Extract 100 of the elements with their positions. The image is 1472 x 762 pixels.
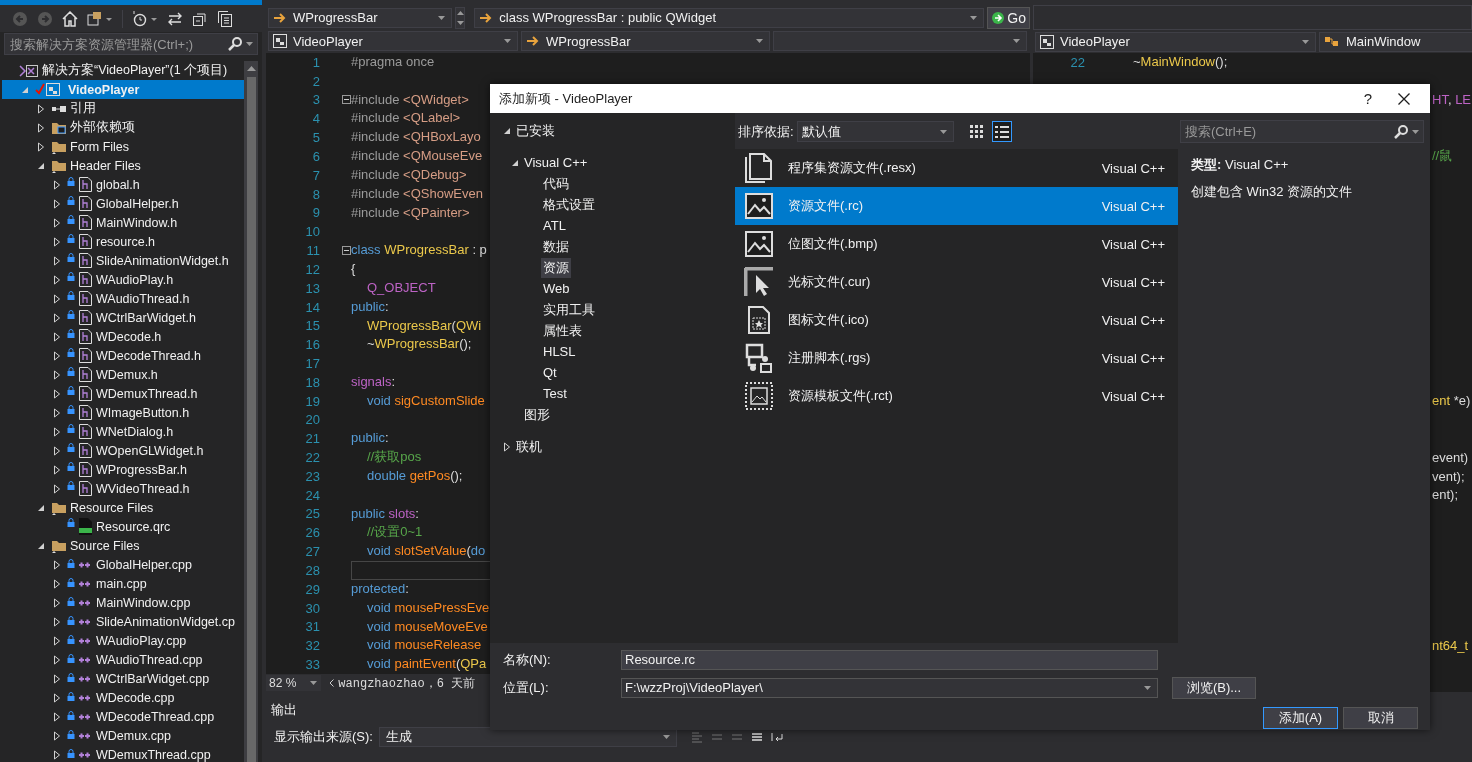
tree-item[interactable]: WVideoThread.h xyxy=(2,479,244,498)
expander-icon[interactable] xyxy=(53,407,61,418)
template-list[interactable]: 程序集资源文件(.resx) Visual C++ 资源文件(.rc) Visual C++ 位图文件(.bmp) Visual C++ 光标文件(.cur) Visual C++ 图标文件(.ico) Visual C++ 注册脚本(.rgs) Visual C++ 资源模板文件(.rct) Visual C++ xyxy=(735,149,1178,643)
scroll-up-icon[interactable] xyxy=(246,66,256,71)
expander-icon[interactable] xyxy=(53,749,61,760)
collapse-icon[interactable] xyxy=(342,246,351,256)
category-item[interactable]: 实用工具 xyxy=(541,299,597,320)
word-wrap-icon[interactable] xyxy=(770,731,783,743)
category-item[interactable]: Test xyxy=(541,385,569,402)
category-item[interactable]: Qt xyxy=(541,364,559,381)
category-item[interactable]: 已安装 xyxy=(514,120,557,141)
template-item[interactable]: 注册脚本(.rgs) Visual C++ xyxy=(735,339,1178,377)
member-dropdown[interactable]: class WProgressBar : public QWidget xyxy=(474,8,985,28)
tree-item[interactable]: WDecodeThread.cpp xyxy=(2,707,244,726)
tree-item[interactable]: 解决方案“VideoPlayer”(1 个项目) xyxy=(2,61,244,80)
tree-item[interactable]: GlobalHelper.cpp xyxy=(2,555,244,574)
expander-icon[interactable] xyxy=(53,654,61,665)
name-field[interactable]: Resource.rc xyxy=(621,649,1158,670)
expander-icon[interactable] xyxy=(53,369,61,380)
sync-view-icon[interactable] xyxy=(87,10,113,27)
swap-arrows-icon[interactable] xyxy=(167,10,183,27)
tree-item[interactable]: MainWindow.cpp xyxy=(2,593,244,612)
category-item[interactable]: ATL xyxy=(541,217,568,234)
project-dropdown[interactable]: VideoPlayer xyxy=(1035,31,1316,52)
go-button[interactable]: Go xyxy=(987,7,1030,29)
tree-item[interactable]: Resource Files xyxy=(2,498,244,517)
expander-icon[interactable] xyxy=(53,445,61,456)
tree-item[interactable]: WDecode.cpp xyxy=(2,688,244,707)
chevron-left-icon[interactable] xyxy=(329,679,335,687)
tree-item[interactable]: WDecodeThread.h xyxy=(2,346,244,365)
copy-icon[interactable] xyxy=(217,10,233,27)
expander-icon[interactable] xyxy=(53,274,61,285)
category-item[interactable]: 数据 xyxy=(541,236,571,257)
tree-item[interactable]: WDemuxThread.cpp xyxy=(2,745,244,762)
tree-item[interactable]: WDemuxThread.h xyxy=(2,384,244,403)
tree-item[interactable]: WDemux.h xyxy=(2,365,244,384)
clear-icon[interactable] xyxy=(750,731,763,743)
category-item[interactable]: 代码 xyxy=(541,173,571,194)
category-item[interactable]: Web xyxy=(541,280,572,297)
expander-icon[interactable] xyxy=(502,441,511,452)
tree-item[interactable]: resource.h xyxy=(2,232,244,251)
tree-item[interactable]: MainWindow.h xyxy=(2,213,244,232)
add-button[interactable]: 添加(A) xyxy=(1263,707,1338,729)
expander-icon[interactable] xyxy=(53,578,61,589)
tree-item[interactable]: main.cpp xyxy=(2,574,244,593)
help-button[interactable]: ? xyxy=(1348,90,1388,107)
expander-icon[interactable] xyxy=(53,179,61,190)
expander-icon[interactable] xyxy=(53,692,61,703)
expander-icon[interactable] xyxy=(53,426,61,437)
history-icon[interactable] xyxy=(132,10,158,27)
template-item[interactable]: 图标文件(.ico) Visual C++ xyxy=(735,301,1178,339)
expander-icon[interactable] xyxy=(53,730,61,741)
browse-button[interactable]: 浏览(B)... xyxy=(1172,676,1256,699)
tree-item[interactable]: GlobalHelper.h xyxy=(2,194,244,213)
tree-item[interactable]: 外部依赖项 xyxy=(2,118,244,137)
zoom-dropdown[interactable]: 82 % xyxy=(266,675,322,691)
blame-text[interactable]: wangzhaozhao，6 天前 xyxy=(338,674,476,692)
expander-icon[interactable] xyxy=(37,103,45,114)
tree-item[interactable]: Source Files xyxy=(2,536,244,555)
category-tree[interactable]: 已安装 Visual C++ 代码 格式设置 ATL 数据 资源 Web 实用工具 属性表 HLSL Qt Test 图形 联机 xyxy=(490,113,735,643)
expander-icon[interactable] xyxy=(502,126,511,135)
expander-icon[interactable] xyxy=(37,141,45,152)
category-item[interactable]: 属性表 xyxy=(541,320,584,341)
expander-icon[interactable] xyxy=(510,158,519,167)
expander-icon[interactable] xyxy=(53,559,61,570)
category-item[interactable]: 图形 xyxy=(522,404,552,425)
home-icon[interactable] xyxy=(62,10,78,27)
tree-item[interactable]: VideoPlayer xyxy=(2,80,244,99)
expander-icon[interactable] xyxy=(53,483,61,494)
expander-icon[interactable] xyxy=(37,122,45,133)
tree-item[interactable]: WAudioThread.cpp xyxy=(2,650,244,669)
template-item[interactable]: 光标文件(.cur) Visual C++ xyxy=(735,263,1178,301)
template-item[interactable]: 资源模板文件(.rct) Visual C++ xyxy=(735,377,1178,415)
expander-icon[interactable] xyxy=(37,503,45,512)
tree-item[interactable]: Resource.qrc xyxy=(2,517,244,536)
collapse-icon[interactable] xyxy=(342,95,351,105)
location-dropdown[interactable]: F:\wzzProj\VideoPlayer\ xyxy=(621,677,1158,698)
close-icon[interactable] xyxy=(1398,92,1410,105)
class-dropdown[interactable]: WProgressBar xyxy=(521,31,770,52)
tree-item[interactable]: WAudioThread.h xyxy=(2,289,244,308)
scope-dropdown[interactable]: WProgressBar xyxy=(268,8,452,28)
spin-buttons[interactable] xyxy=(455,7,466,29)
scrollbar[interactable] xyxy=(244,61,258,762)
tree-item[interactable]: WCtrlBarWidget.h xyxy=(2,308,244,327)
expander-icon[interactable] xyxy=(53,331,61,342)
tree-item[interactable]: SlideAnimationWidget.h xyxy=(2,251,244,270)
tree-item[interactable]: WDecode.h xyxy=(2,327,244,346)
template-item[interactable]: 程序集资源文件(.resx) Visual C++ xyxy=(735,149,1178,187)
expander-icon[interactable] xyxy=(37,161,45,170)
expander-icon[interactable] xyxy=(53,312,61,323)
tree-item[interactable]: Form Files xyxy=(2,137,244,156)
tree-item[interactable]: WNetDialog.h xyxy=(2,422,244,441)
template-item[interactable]: 位图文件(.bmp) Visual C++ xyxy=(735,225,1178,263)
expander-icon[interactable] xyxy=(53,635,61,646)
expander-icon[interactable] xyxy=(53,217,61,228)
tree-item[interactable]: WAudioPlay.h xyxy=(2,270,244,289)
class-dropdown[interactable]: MainWindow xyxy=(1319,31,1472,52)
tree-item[interactable]: 引用 xyxy=(2,99,244,118)
expander-icon[interactable] xyxy=(53,616,61,627)
category-item[interactable]: Visual C++ xyxy=(522,154,590,171)
